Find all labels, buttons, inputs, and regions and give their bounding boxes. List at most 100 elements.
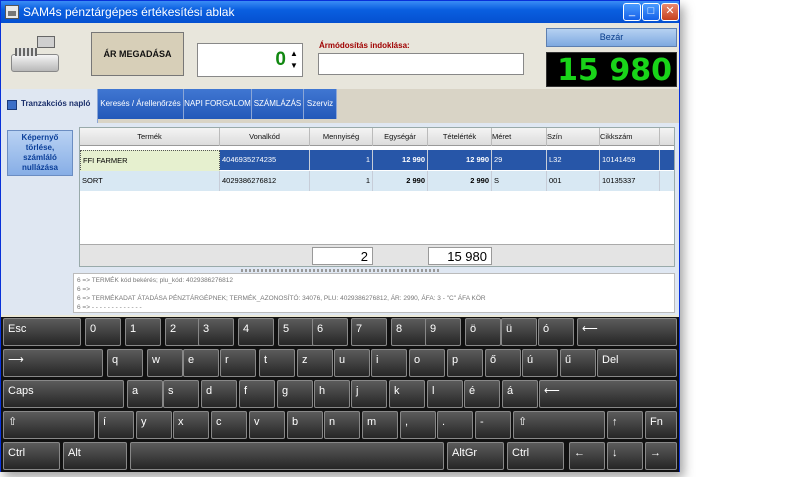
footer-total-sum: 15 980 xyxy=(428,247,492,265)
close-window-button[interactable]: ✕ xyxy=(661,3,679,21)
key-q[interactable]: q xyxy=(107,349,143,377)
tab-invoicing[interactable]: SZÁMLÁZÁS xyxy=(252,89,304,119)
key-t[interactable]: t xyxy=(259,349,295,377)
key-d[interactable]: d xyxy=(201,380,237,408)
key-enter[interactable]: ⟵ xyxy=(539,380,677,408)
key-k[interactable]: k xyxy=(389,380,425,408)
key-0[interactable]: 0 xyxy=(85,318,121,346)
key-backspace[interactable]: ⟵ xyxy=(577,318,677,346)
tab-transaction-log[interactable]: Tranzakciós napló xyxy=(1,89,98,123)
key-p[interactable]: p xyxy=(447,349,483,377)
key-arrow-up[interactable]: ↑ xyxy=(607,411,643,439)
key-7[interactable]: 7 xyxy=(351,318,387,346)
key-b[interactable]: b xyxy=(287,411,323,439)
column-header-quantity[interactable]: Mennyiség xyxy=(310,128,373,146)
spin-up-icon[interactable]: ▲ xyxy=(289,48,299,60)
tab-search-price-check[interactable]: Keresés / Árellenőrzés xyxy=(98,89,184,119)
key-arrow-right[interactable]: → xyxy=(645,442,677,470)
key-2[interactable]: 2 xyxy=(165,318,201,346)
key-9[interactable]: 9 xyxy=(425,318,461,346)
key-6[interactable]: 6 xyxy=(312,318,348,346)
key-left-shift[interactable]: ⇧ xyxy=(3,411,95,439)
spin-down-icon[interactable]: ▼ xyxy=(289,60,299,72)
table-row[interactable]: SORT 4029386276812 1 2 990 2 990 S 001 1… xyxy=(80,171,674,191)
key-right-ctrl[interactable]: Ctrl xyxy=(507,442,564,470)
column-header-sku[interactable]: Cikkszám xyxy=(600,128,660,146)
key-a-acute[interactable]: á xyxy=(502,380,538,408)
column-header-barcode[interactable]: Vonalkód xyxy=(220,128,310,146)
table-row[interactable]: FFI FARMER 4046935274235 1 12 990 12 990… xyxy=(80,150,674,172)
key-alt[interactable]: Alt xyxy=(63,442,127,470)
cell-item-value: 2 990 xyxy=(428,171,492,191)
key-8[interactable]: 8 xyxy=(391,318,427,346)
table-footer: 2 15 980 xyxy=(80,244,674,266)
key-f[interactable]: f xyxy=(239,380,275,408)
key-5[interactable]: 5 xyxy=(278,318,314,346)
key-period[interactable]: . xyxy=(437,411,473,439)
key-v[interactable]: v xyxy=(249,411,285,439)
minimize-button[interactable]: _ xyxy=(623,3,641,21)
maximize-button[interactable]: □ xyxy=(642,3,660,21)
key-left-ctrl[interactable]: Ctrl xyxy=(3,442,60,470)
register-keys-icon xyxy=(15,48,37,56)
key-u[interactable]: u xyxy=(334,349,370,377)
key-fn[interactable]: Fn xyxy=(645,411,677,439)
key-o-double-acute[interactable]: ő xyxy=(485,349,521,377)
key-n[interactable]: n xyxy=(324,411,360,439)
cell-sku: 10135337 xyxy=(600,171,660,191)
key-s[interactable]: s xyxy=(163,380,199,408)
key-u-umlaut[interactable]: ü xyxy=(501,318,537,346)
key-o-umlaut[interactable]: ö xyxy=(465,318,501,346)
key-y[interactable]: y xyxy=(136,411,172,439)
key-delete[interactable]: Del xyxy=(597,349,677,377)
key-i-acute[interactable]: í xyxy=(98,411,134,439)
key-3[interactable]: 3 xyxy=(198,318,234,346)
key-m[interactable]: m xyxy=(362,411,398,439)
key-caps-lock[interactable]: Caps xyxy=(3,380,124,408)
key-1[interactable]: 1 xyxy=(125,318,161,346)
quantity-spin[interactable]: ▲ ▼ xyxy=(289,48,299,72)
key-x[interactable]: x xyxy=(173,411,209,439)
column-header-unit-price[interactable]: Egységár xyxy=(373,128,428,146)
cell-quantity: 1 xyxy=(310,150,373,170)
key-tab[interactable]: ⟶ xyxy=(3,349,103,377)
key-altgr[interactable]: AltGr xyxy=(447,442,504,470)
column-header-size[interactable]: Méret xyxy=(492,128,547,146)
key-r[interactable]: r xyxy=(220,349,256,377)
key-arrow-left[interactable]: ← xyxy=(569,442,605,470)
price-entry-button[interactable]: ÁR MEGADÁSA xyxy=(91,32,184,76)
key-e-acute[interactable]: é xyxy=(464,380,500,408)
clear-screen-button[interactable]: Képernyő törlése, számláló nullázása xyxy=(7,130,73,176)
splitter-handle[interactable] xyxy=(241,269,441,272)
key-e[interactable]: e xyxy=(183,349,219,377)
key-minus[interactable]: - xyxy=(475,411,511,439)
key-u-double-acute[interactable]: ű xyxy=(560,349,596,377)
key-l[interactable]: l xyxy=(427,380,463,408)
tab-service[interactable]: Szerviz xyxy=(304,89,337,119)
tab-daily-turnover[interactable]: NAPI FORGALOM xyxy=(184,89,252,119)
key-i[interactable]: i xyxy=(371,349,407,377)
key-a[interactable]: a xyxy=(127,380,163,408)
price-mod-reason-input[interactable] xyxy=(318,53,524,75)
key-4[interactable]: 4 xyxy=(238,318,274,346)
key-c[interactable]: c xyxy=(211,411,247,439)
key-space[interactable] xyxy=(130,442,444,470)
key-comma[interactable]: , xyxy=(400,411,436,439)
key-u-acute[interactable]: ú xyxy=(522,349,558,377)
column-header-item-value[interactable]: Tételérték xyxy=(428,128,492,146)
key-o-acute[interactable]: ó xyxy=(538,318,574,346)
quantity-stepper[interactable]: 0 ▲ ▼ xyxy=(197,43,303,77)
key-h[interactable]: h xyxy=(314,380,350,408)
close-button[interactable]: Bezár xyxy=(546,28,677,47)
key-j[interactable]: j xyxy=(351,380,387,408)
column-header-product[interactable]: Termék xyxy=(80,128,220,146)
key-w[interactable]: w xyxy=(147,349,183,377)
key-right-shift[interactable]: ⇧ xyxy=(513,411,605,439)
key-esc[interactable]: Esc xyxy=(3,318,81,346)
title-bar[interactable]: SAM4s pénztárgépes értékesítési ablak _ … xyxy=(1,1,679,23)
key-z[interactable]: z xyxy=(297,349,333,377)
key-g[interactable]: g xyxy=(277,380,313,408)
column-header-color[interactable]: Szín xyxy=(547,128,600,146)
key-arrow-down[interactable]: ↓ xyxy=(607,442,643,470)
key-o[interactable]: o xyxy=(409,349,445,377)
